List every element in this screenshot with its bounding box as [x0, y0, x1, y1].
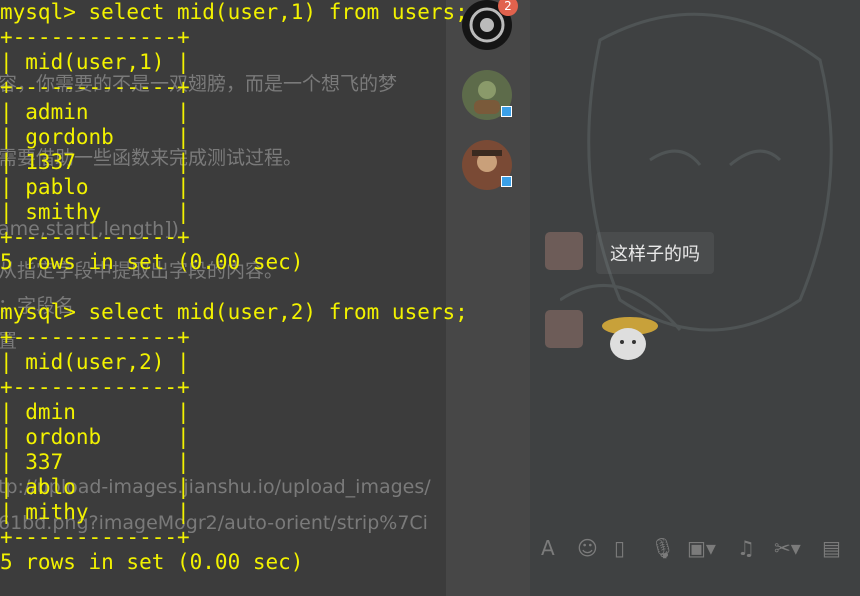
- image-icon[interactable]: ▣▾: [687, 536, 716, 560]
- terminal-row: | smithy |: [0, 200, 190, 224]
- music-icon[interactable]: ♫: [737, 536, 755, 560]
- terminal-row: | gordonb |: [0, 125, 190, 149]
- terminal-border: +-------------+: [0, 525, 190, 549]
- terminal-row: | mithy |: [0, 500, 190, 524]
- terminal-result: 5 rows in set (0.00 sec): [0, 550, 304, 574]
- scissors-icon[interactable]: ✂▾: [774, 536, 801, 560]
- device-indicator-icon: [501, 176, 512, 187]
- terminal-row: | pablo |: [0, 175, 190, 199]
- mysql-terminal[interactable]: mysql> select mid(user,1) from users; +-…: [0, 0, 500, 596]
- font-icon[interactable]: A: [541, 536, 555, 560]
- device-indicator-icon: [501, 106, 512, 117]
- terminal-header: | mid(user,2) |: [0, 350, 190, 374]
- terminal-row: | dmin |: [0, 400, 190, 424]
- calendar-icon[interactable]: ▤: [822, 536, 841, 560]
- terminal-border: +-------------+: [0, 25, 190, 49]
- terminal-row: | ablo |: [0, 475, 190, 499]
- terminal-row: | 1337 |: [0, 150, 190, 174]
- terminal-command: mysql> select mid(user,1) from users;: [0, 0, 468, 24]
- terminal-command: mysql> select mid(user,2) from users;: [0, 300, 468, 324]
- emoji-icon[interactable]: ☺: [577, 536, 598, 560]
- terminal-header: | mid(user,1) |: [0, 50, 190, 74]
- shake-icon[interactable]: ▯: [614, 536, 625, 560]
- terminal-border: +-------------+: [0, 225, 190, 249]
- terminal-border: +-------------+: [0, 75, 190, 99]
- microphone-icon[interactable]: 🎙: [650, 536, 675, 560]
- terminal-result: 5 rows in set (0.00 sec): [0, 250, 304, 274]
- terminal-row: | ordonb |: [0, 425, 190, 449]
- background-illustration: [560, 12, 833, 332]
- unread-badge: 2: [498, 0, 518, 16]
- terminal-border: +-------------+: [0, 375, 190, 399]
- terminal-row: | admin |: [0, 100, 190, 124]
- terminal-border: +-------------+: [0, 325, 190, 349]
- terminal-row: | 337 |: [0, 450, 190, 474]
